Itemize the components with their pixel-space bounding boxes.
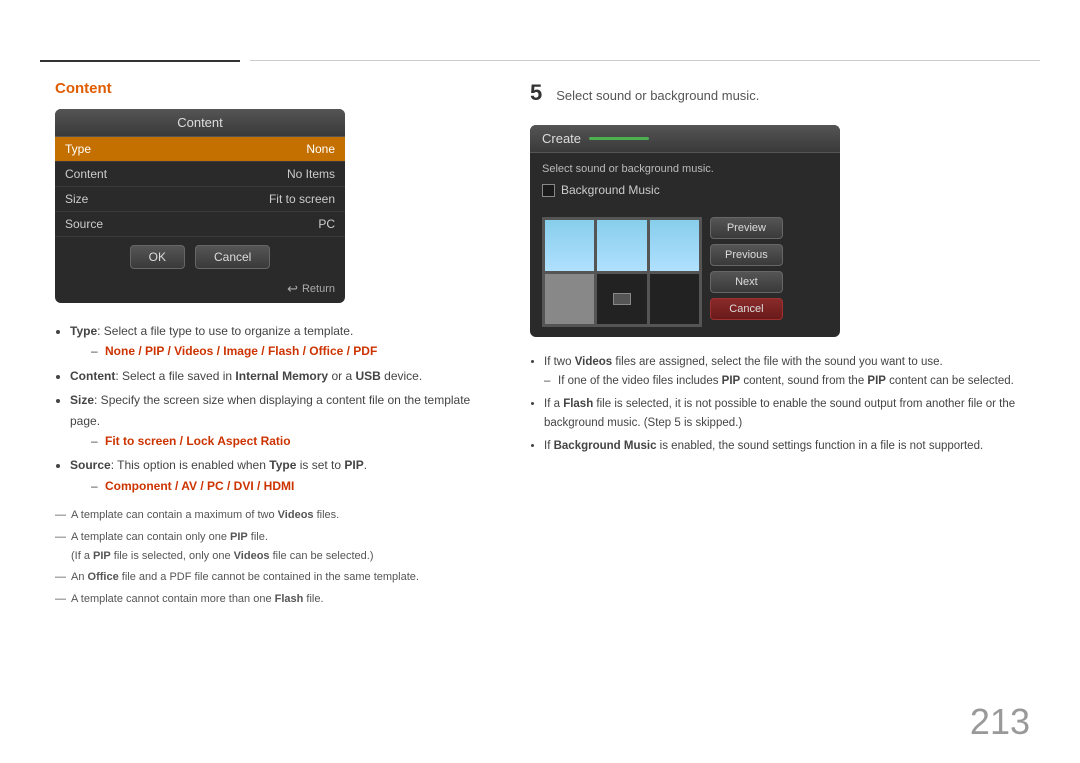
content-bold: Content [70, 369, 115, 383]
next-button[interactable]: Next [710, 271, 783, 293]
right-sub-pip: – If one of the video files includes PIP… [558, 372, 1020, 391]
row-label-content: Content [65, 167, 107, 181]
dialog-row-type[interactable]: Type None [55, 137, 345, 162]
right-bullets: If two Videos files are assigned, select… [530, 353, 1020, 456]
size-sub: Fit to screen / Lock Aspect Ratio [105, 431, 485, 451]
row-value-content: No Items [287, 167, 335, 181]
create-body: Select sound or background music. Backgr… [530, 153, 840, 217]
pip-bold-r2: PIP [867, 375, 886, 387]
row-value-type: None [306, 142, 335, 156]
create-title: Create [542, 131, 581, 146]
source-sub: Component / AV / PC / DVI / HDMI [105, 476, 485, 496]
type-bold2: Type [269, 458, 296, 472]
content-dialog: Content Type None Content No Items Size … [55, 109, 345, 303]
create-lower: Preview Previous Next Cancel [530, 217, 840, 337]
type-bold: Type [70, 324, 97, 338]
thumb-4 [545, 274, 594, 325]
background-music-label: Background Music [561, 183, 660, 197]
row-value-size: Fit to screen [269, 192, 335, 206]
list-item-content: Content: Select a file saved in Internal… [70, 366, 485, 386]
thumb-1 [545, 220, 594, 271]
pip-bold: PIP [344, 458, 363, 472]
cancel-button[interactable]: Cancel [195, 245, 270, 269]
dialog-cancel-button[interactable]: Cancel [710, 298, 783, 320]
dialog-row-size[interactable]: Size Fit to screen [55, 187, 345, 212]
note-flash: — A template cannot contain more than on… [55, 590, 485, 609]
right-column: 5 Select sound or background music. Crea… [530, 80, 1030, 460]
list-item-size: Size: Specify the screen size when displ… [70, 390, 485, 451]
return-icon: ↩ [287, 281, 298, 297]
thumb-pip [613, 293, 631, 305]
right-list-item-flash: If a Flash file is selected, it is not p… [544, 395, 1020, 433]
bgmusic-bold: Background Music [554, 440, 657, 452]
videos-bold: Videos [575, 356, 613, 368]
thumb-2 [597, 220, 646, 271]
pip-bold-r: PIP [722, 375, 741, 387]
dialog-buttons: OK Cancel [55, 237, 345, 277]
row-label-type: Type [65, 142, 91, 156]
page-number: 213 [970, 701, 1030, 743]
background-music-row[interactable]: Background Music [542, 183, 828, 197]
row-label-source: Source [65, 217, 103, 231]
ok-button[interactable]: OK [130, 245, 185, 269]
row-value-source: PC [318, 217, 335, 231]
previous-button[interactable]: Previous [710, 244, 783, 266]
create-title-bar: Create [530, 125, 840, 153]
return-label: Return [302, 283, 335, 295]
internal-memory-bold: Internal Memory [235, 369, 328, 383]
size-options: Fit to screen / Lock Aspect Ratio [105, 434, 291, 448]
section-title: Content [55, 80, 485, 97]
type-sub: None / PIP / Videos / Image / Flash / Of… [105, 341, 485, 361]
note-pip: — A template can contain only one PIP fi… [55, 528, 485, 565]
source-bold: Source [70, 458, 111, 472]
step-number: 5 [530, 80, 542, 106]
note-office: — An Office file and a PDF file cannot b… [55, 568, 485, 587]
thumbnail-grid [542, 217, 702, 327]
source-options: Component / AV / PC / DVI / HDMI [105, 479, 294, 493]
preview-button[interactable]: Preview [710, 217, 783, 239]
dialog-title: Content [55, 109, 345, 137]
type-options: None / PIP / Videos / Image / Flash / Of… [105, 344, 377, 358]
usb-bold: USB [355, 369, 380, 383]
create-subtitle: Select sound or background music. [542, 163, 828, 175]
create-dialog: Create Select sound or background music.… [530, 125, 840, 337]
thumb-6 [650, 274, 699, 325]
background-music-checkbox[interactable] [542, 184, 555, 197]
top-line-left [40, 60, 240, 62]
left-bullets: Type: Select a file type to use to organ… [55, 321, 485, 609]
right-list-item-bgmusic: If Background Music is enabled, the soun… [544, 437, 1020, 456]
note-videos: — A template can contain a maximum of tw… [55, 506, 485, 525]
top-lines [40, 60, 1040, 62]
step-label: Select sound or background music. [556, 88, 759, 103]
dialog-row-content[interactable]: Content No Items [55, 162, 345, 187]
dialog-row-source[interactable]: Source PC [55, 212, 345, 237]
row-label-size: Size [65, 192, 88, 206]
left-column: Content Content Type None Content No Ite… [55, 80, 485, 612]
flash-bold: Flash [563, 398, 593, 410]
green-progress-bar [589, 137, 649, 140]
dialog-footer: ↩ Return [55, 277, 345, 303]
size-bold: Size [70, 393, 94, 407]
thumb-3 [650, 220, 699, 271]
top-line-right [250, 60, 1040, 61]
list-item-type: Type: Select a file type to use to organ… [70, 321, 485, 362]
side-buttons: Preview Previous Next Cancel [710, 217, 783, 327]
list-item-source: Source: This option is enabled when Type… [70, 455, 485, 496]
right-list-item-videos: If two Videos files are assigned, select… [544, 353, 1020, 391]
